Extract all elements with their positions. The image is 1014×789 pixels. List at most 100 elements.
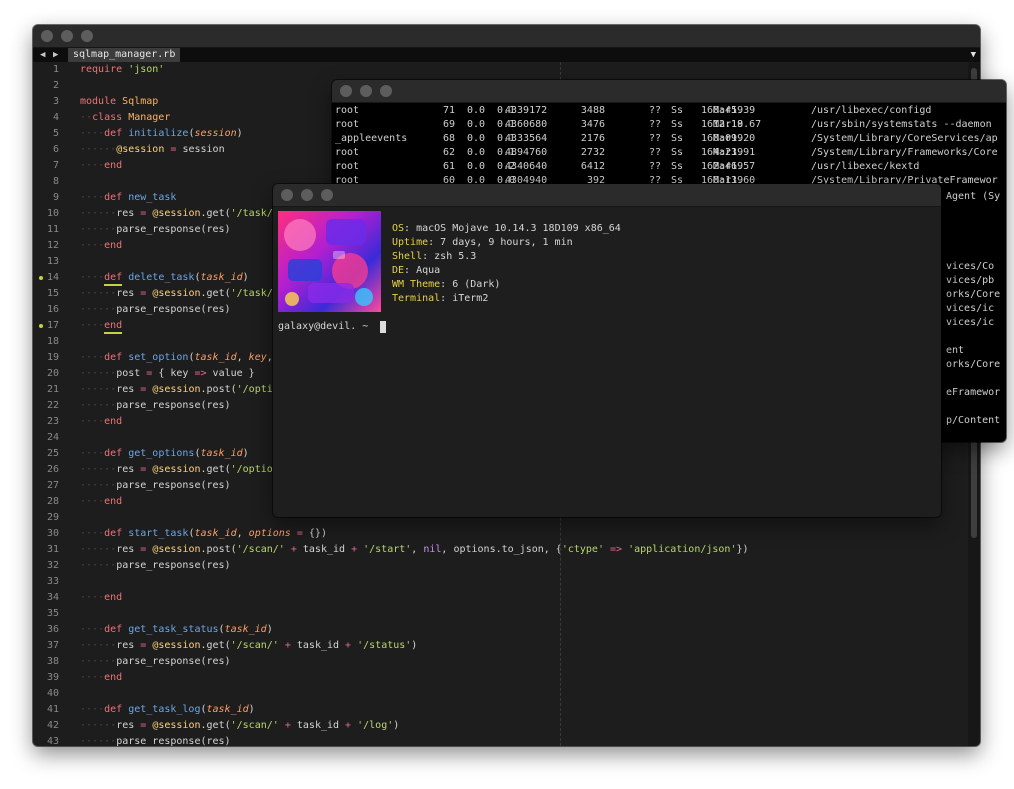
process-cell: 4339172 — [505, 105, 548, 116]
code-line[interactable]: 1 require 'json' — [33, 62, 968, 78]
info-value: macOS Mojave 10.14.3 18D109 x86_64 — [416, 223, 621, 234]
line-number: 18 — [46, 336, 59, 347]
system-info-line: WM Theme: 6 (Dark) — [392, 279, 501, 290]
line-number: 11 — [46, 224, 59, 235]
tab-sqlmap-manager[interactable]: sqlmap_manager.rb — [68, 48, 181, 62]
code-line[interactable]: 32 ······parse_response(res) — [33, 558, 968, 574]
line-source: ····end — [80, 160, 123, 171]
line-source: require 'json' — [80, 64, 165, 75]
close-button[interactable] — [340, 85, 352, 97]
minimize-button[interactable] — [301, 189, 313, 201]
close-button[interactable] — [281, 189, 293, 201]
code-line[interactable]: 38 ······parse_response(res) — [33, 654, 968, 670]
code-line[interactable]: 36 ····def get_task_status(task_id) — [33, 622, 968, 638]
process-cell: 6412 — [580, 161, 605, 172]
code-line[interactable]: 30 ····def start_task(task_id, options = … — [33, 526, 968, 542]
minimize-button[interactable] — [360, 85, 372, 97]
info-key: Uptime — [392, 237, 429, 248]
process-row: root 71 0.0 0.1 4339172 3488?? Ss 16Mar19 0:45.3… — [335, 104, 1003, 118]
line-source: ····def get_task_log(task_id) — [80, 704, 255, 715]
process-row: root 62 0.0 0.1 4894760 2732?? Ss 16Mar19 4:23.9… — [335, 146, 1003, 160]
line-number: 13 — [46, 256, 59, 267]
line-number: 37 — [46, 640, 59, 651]
line-number: 39 — [46, 672, 59, 683]
process-fragment: vices/ic — [946, 303, 995, 314]
process-cell: _appleevents — [335, 133, 408, 144]
code-line[interactable]: 40 — [33, 686, 968, 702]
line-source: ······res = @session.get('/optio — [80, 464, 273, 475]
process-cell: ?? — [649, 133, 662, 144]
process-cell: /usr/sbin/systemstats --daemon — [811, 119, 992, 130]
line-source: ····def get_options(task_id) — [80, 448, 249, 459]
line-source: ····def start_task(task_id, options = {}… — [80, 528, 327, 539]
line-source: ······post = { key => value } — [80, 368, 255, 379]
info-value: Aqua — [416, 265, 441, 276]
code-line[interactable]: 41 ····def get_task_log(task_id) — [33, 702, 968, 718]
zoom-button[interactable] — [81, 30, 93, 42]
process-fragment: vices/ic — [946, 317, 995, 328]
process-fragment: p/Content — [946, 415, 1001, 426]
line-source: ······res = @session.post('/scan/' + tas… — [80, 544, 749, 555]
line-number: 30 — [46, 528, 59, 539]
line-number: 21 — [46, 384, 59, 395]
shell-prompt: galaxy@devil. ~ — [278, 321, 369, 332]
code-line[interactable]: 42 ······res = @session.get('/scan/' + ta… — [33, 718, 968, 734]
system-info-line: DE: Aqua — [392, 265, 441, 276]
process-cell: 2:46.57 — [713, 161, 756, 172]
minimize-button[interactable] — [61, 30, 73, 42]
process-row: root 69 0.0 0.1 4360680 3476?? Ss 16Mar19 12:18.… — [335, 118, 1003, 132]
tab-dropdown-icon[interactable]: ▼ — [971, 48, 976, 62]
info-value: iTerm2 — [452, 293, 489, 304]
nf-titlebar — [273, 184, 941, 207]
ps-titlebar — [332, 80, 1006, 103]
line-number: 10 — [46, 208, 59, 219]
code-line[interactable]: 39 ····end — [33, 670, 968, 686]
back-icon[interactable]: ◀ — [40, 48, 45, 62]
line-number: 23 — [46, 416, 59, 427]
line-source: ····end — [80, 240, 123, 251]
line-source: ····def set_option(task_id, key, — [80, 352, 273, 363]
line-number: 12 — [46, 240, 59, 251]
line-source: ······res = @session.get('/task/ — [80, 288, 273, 299]
process-cell: ?? — [649, 161, 662, 172]
line-source: ······res = @session.get('/task/ — [80, 208, 273, 219]
line-source: ······@session = session — [80, 144, 225, 155]
close-button[interactable] — [41, 30, 53, 42]
line-number: 15 — [46, 288, 59, 299]
process-cell: 2176 — [580, 133, 605, 144]
process-cell: ?? — [649, 105, 662, 116]
code-line[interactable]: 35 — [33, 606, 968, 622]
zoom-button[interactable] — [321, 189, 333, 201]
code-line[interactable]: 37 ······res = @session.get('/scan/' + ta… — [33, 638, 968, 654]
code-line[interactable]: 34 ····end — [33, 590, 968, 606]
neofetch-art-icon — [278, 211, 381, 312]
code-line[interactable]: 31 ······res = @session.post('/scan/' + t… — [33, 542, 968, 558]
info-key: Shell — [392, 251, 423, 262]
info-value: 7 days, 9 hours, 1 min — [440, 237, 573, 248]
text-cursor — [380, 321, 386, 333]
line-number: 26 — [46, 464, 59, 475]
code-line[interactable]: 33 — [33, 574, 968, 590]
code-line[interactable]: 43 ······parse_response(res) — [33, 734, 968, 746]
line-source: ····def new_task — [80, 192, 177, 203]
system-info-line: Terminal: iTerm2 — [392, 293, 489, 304]
line-number: 24 — [46, 432, 59, 443]
process-fragment: Agent (Sy — [946, 191, 1001, 202]
line-source: ······parse_response(res) — [80, 736, 231, 746]
forward-icon[interactable]: ▶ — [53, 48, 58, 62]
process-cell: 0:45.39 — [713, 105, 756, 116]
process-cell: 3488 — [580, 105, 605, 116]
line-number: 25 — [46, 448, 59, 459]
line-number: 32 — [46, 560, 59, 571]
line-source: ······res = @session.post('/opti — [80, 384, 273, 395]
zoom-button[interactable] — [380, 85, 392, 97]
line-source: ····def initialize(session) — [80, 128, 243, 139]
process-cell: 4:23.91 — [713, 147, 756, 158]
process-cell: 12:18.67 — [713, 119, 762, 130]
process-fragment: eFramewor — [946, 387, 1001, 398]
line-number: 2 — [52, 80, 59, 91]
line-source: ······parse_response(res) — [80, 480, 231, 491]
process-cell: Ss — [671, 133, 684, 144]
line-number: 36 — [46, 624, 59, 635]
process-cell: 3476 — [580, 119, 605, 130]
